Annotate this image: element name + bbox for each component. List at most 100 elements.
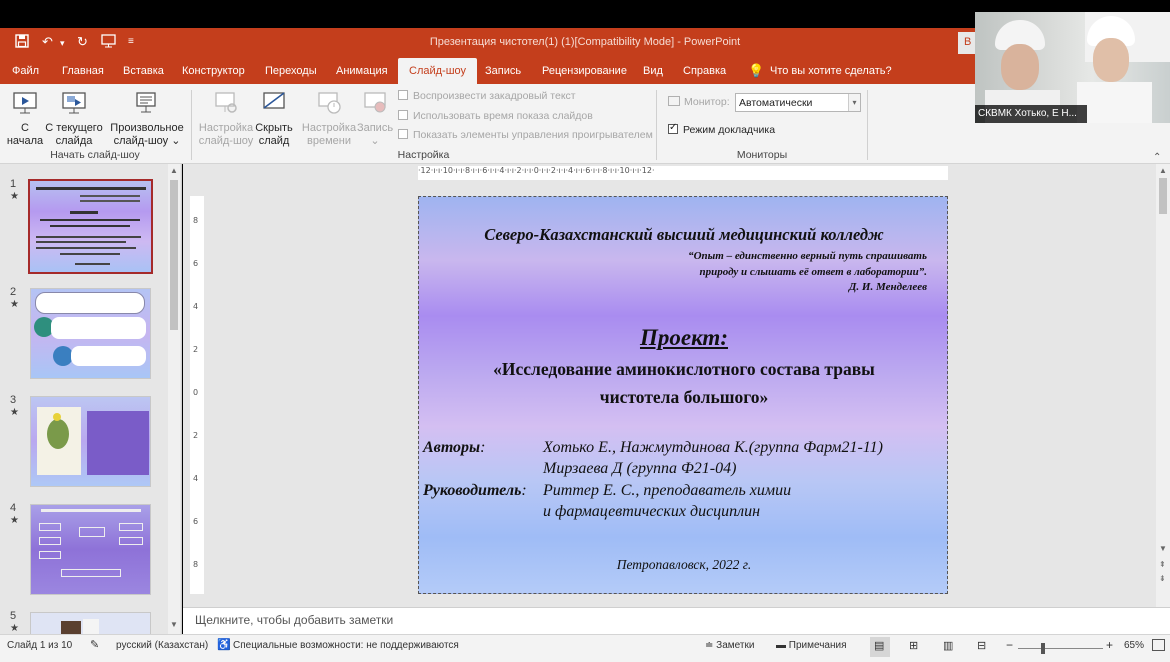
thumb-diagram-box	[79, 527, 105, 537]
ruler-tick: 8	[193, 216, 199, 225]
college-heading[interactable]: Северо-Казахстанский высший медицинский …	[419, 225, 947, 245]
zoom-level[interactable]: 65%	[1124, 640, 1144, 651]
editor-scrollbar[interactable]: ▲ ▼ ⇞ ⇟	[1156, 164, 1170, 607]
presenter-view-checkbox[interactable]: Режим докладчика	[668, 122, 776, 136]
notes-pane[interactable]: Щелкните, чтобы добавить заметки	[183, 607, 1170, 634]
slide-thumbnail-2[interactable]	[30, 288, 151, 379]
monitor-label: Монитор:	[668, 96, 730, 108]
thumb-text-box	[87, 411, 149, 475]
scroll-up-icon[interactable]: ▲	[170, 166, 178, 175]
tab-file[interactable]: Файл	[12, 65, 39, 77]
city-year[interactable]: Петропавловск, 2022 г.	[419, 557, 947, 573]
comments-toggle[interactable]: ▬ Примечания	[776, 640, 847, 651]
spellcheck-icon[interactable]: ✎	[90, 638, 99, 651]
monitor-select[interactable]: Автоматически ▾	[735, 93, 861, 112]
thumb-plant-image	[37, 407, 81, 475]
project-label[interactable]: Проект:	[419, 325, 947, 351]
slideshow-view-icon[interactable]: ⊟	[977, 639, 986, 652]
from-beginning-button[interactable]: С начала	[6, 90, 44, 148]
tab-review[interactable]: Рецензирование	[542, 65, 627, 77]
authors-line-1[interactable]: Хотько Е., Нажмутдинова К.(группа Фарм21…	[543, 439, 883, 457]
ruler-tick: 2	[193, 431, 199, 440]
presenter-view-label: Режим докладчика	[683, 124, 776, 136]
scroll-up-icon[interactable]: ▲	[1159, 166, 1167, 175]
authors-label[interactable]: Авторы:	[423, 439, 485, 457]
authors-line-2[interactable]: Мирзаева Д (группа Ф21-04)	[543, 460, 736, 478]
tab-view[interactable]: Вид	[643, 65, 663, 77]
accessibility-icon[interactable]: ♿	[217, 638, 231, 651]
thumbnails-scrollbar[interactable]: ▲ ▼	[168, 164, 180, 634]
slide-counter: Слайд 1 из 10	[7, 640, 73, 651]
use-timings-checkbox[interactable]: Использовать время показа слайдов	[398, 110, 593, 122]
scroll-down-icon[interactable]: ▼	[170, 620, 178, 629]
rehearse-timings-button[interactable]: Настройка времени	[300, 90, 358, 148]
record-button[interactable]: Запись ⌄	[356, 90, 394, 148]
current-slide[interactable]: Северо-Казахстанский высший медицинский …	[418, 196, 948, 594]
tab-animations[interactable]: Анимация	[336, 65, 388, 77]
slide-thumbnail-4[interactable]	[30, 504, 151, 595]
notes-toggle[interactable]: ≐ Заметки	[705, 640, 754, 651]
zoom-in-button[interactable]: +	[1106, 638, 1113, 652]
ribbon-separator	[867, 90, 868, 160]
slide-thumbnail-1[interactable]	[28, 179, 153, 274]
tab-insert[interactable]: Вставка	[123, 65, 164, 77]
slide-thumbnail-3[interactable]	[30, 396, 151, 487]
chevron-down-icon[interactable]: ▾	[848, 94, 860, 111]
language-indicator[interactable]: русский (Казахстан)	[116, 640, 208, 651]
rehearse-timings-icon	[318, 92, 341, 114]
reading-view-icon[interactable]: ▥	[943, 639, 953, 652]
accessibility-status[interactable]: Специальные возможности: не поддерживают…	[233, 640, 459, 651]
supervisor-label[interactable]: Руководитель:	[423, 482, 527, 500]
from-current-label-1: С текущего	[45, 122, 103, 134]
thumb-photo	[61, 621, 81, 634]
thumb-text-line	[36, 236, 141, 238]
supervisor-line-1[interactable]: Риттер Е. С., преподаватель химии	[543, 482, 791, 500]
tab-design[interactable]: Конструктор	[182, 65, 245, 77]
comments-icon: ▬	[776, 640, 789, 651]
tab-slideshow[interactable]: Слайд-шоу	[398, 58, 478, 84]
slide-thumbnail-5[interactable]	[30, 612, 151, 634]
use-timings-label: Использовать время показа слайдов	[413, 110, 593, 122]
ruler-tick: 6	[193, 259, 199, 268]
checkbox-box	[398, 110, 408, 120]
hide-slide-button[interactable]: Скрыть слайд	[254, 90, 294, 148]
project-title-line-2[interactable]: чистотела большого»	[419, 387, 947, 408]
zoom-slider[interactable]	[1018, 648, 1103, 649]
from-current-slide-button[interactable]: С текущего слайда	[44, 90, 104, 148]
hide-slide-icon	[263, 92, 285, 109]
thumbnail-number: 2	[10, 286, 17, 298]
authors-label-text: Авторы	[423, 439, 481, 456]
supervisor-colon: :	[521, 482, 527, 499]
previous-slide-icon[interactable]: ⇞	[1159, 560, 1166, 569]
zoom-slider-handle[interactable]	[1041, 643, 1045, 654]
scrollbar-thumb[interactable]	[170, 180, 178, 330]
next-slide-icon[interactable]: ⇟	[1159, 574, 1166, 583]
thumb-text-line	[40, 219, 140, 221]
quote-line-1[interactable]: “Опыт – единственно верный путь спрашива…	[688, 250, 927, 262]
show-media-controls-checkbox[interactable]: Показать элементы управления проигрывате…	[398, 129, 653, 141]
quote-line-2[interactable]: природу и слышать её ответ в лаборатории…	[699, 266, 927, 278]
tell-me-search[interactable]: Что вы хотите сделать?	[770, 65, 892, 77]
ruler-tick: 0	[193, 388, 199, 397]
project-title-line-1[interactable]: «Исследование аминокислотного состава тр…	[419, 359, 947, 380]
fit-to-window-icon[interactable]	[1152, 639, 1165, 651]
setup-slideshow-button[interactable]: Настройка слайд-шоу	[198, 90, 254, 148]
custom-slideshow-button[interactable]: Произвольное слайд-шоу ⌄	[108, 90, 186, 148]
quote-author[interactable]: Д. И. Менделеев	[849, 281, 927, 293]
zoom-out-button[interactable]: −	[1006, 638, 1013, 652]
thumbnail-number: 1	[10, 178, 17, 190]
slide-sorter-icon[interactable]: ⊞	[909, 639, 918, 652]
collapse-ribbon-icon[interactable]: ⌃	[1153, 152, 1161, 163]
thumbnail-number: 4	[10, 502, 17, 514]
scrollbar-thumb[interactable]	[1159, 178, 1167, 214]
tab-record[interactable]: Запись	[485, 65, 521, 77]
tab-transitions[interactable]: Переходы	[265, 65, 317, 77]
supervisor-line-2[interactable]: и фармацевтических дисциплин	[543, 503, 760, 521]
tab-home[interactable]: Главная	[62, 65, 104, 77]
play-narrations-checkbox[interactable]: Воспроизвести закадровый текст	[398, 90, 576, 102]
thumb-box	[71, 346, 146, 366]
record-icon	[364, 92, 386, 113]
tab-help[interactable]: Справка	[683, 65, 726, 77]
scroll-down-icon[interactable]: ▼	[1159, 544, 1167, 553]
monitors-group-label: Мониторы	[736, 149, 788, 161]
